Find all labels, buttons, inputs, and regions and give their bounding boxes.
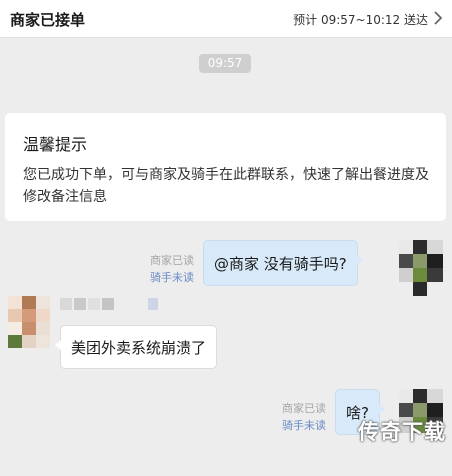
message-timestamp: 09:57	[199, 54, 251, 73]
outgoing-message-bubble[interactable]: @商家 没有骑手吗?	[203, 240, 363, 286]
notice-body: 您已成功下单，可与商家及骑手在此群联系，快速了解出餐进度及修改备注信息	[23, 167, 429, 205]
merchant-read-status: 商家已读	[282, 402, 326, 415]
read-receipt: 商家已读 骑手未读	[262, 400, 326, 434]
notice-card: 温馨提示 您已成功下单，可与商家及骑手在此群联系，快速了解出餐进度及修改备注信息	[5, 113, 446, 221]
message-text: @商家 没有骑手吗?	[214, 254, 347, 273]
user-avatar[interactable]	[399, 240, 443, 296]
chevron-right-icon[interactable]	[432, 9, 444, 27]
delivery-eta: 预计 09:57~10:12 送达	[293, 13, 428, 27]
rider-unread-status: 骑手未读	[282, 419, 326, 432]
watermark-text: 传奇下载	[358, 420, 446, 444]
order-status-title: 商家已接单	[10, 11, 86, 29]
incoming-message-bubble[interactable]: 美团外卖系统崩溃了	[54, 325, 218, 369]
read-receipt: 商家已读 骑手未读	[130, 252, 194, 286]
order-status-bar[interactable]: 商家已接单 预计 09:57~10:12 送达	[0, 0, 452, 38]
merchant-read-status: 商家已读	[150, 254, 194, 267]
chat-screen: 商家已接单 预计 09:57~10:12 送达 09:57 温馨提示 您已成功下…	[0, 0, 452, 476]
rider-unread-status: 骑手未读	[150, 271, 194, 284]
sender-name-blurred	[60, 298, 160, 310]
message-text: 美团外卖系统崩溃了	[71, 338, 207, 357]
merchant-avatar[interactable]	[8, 296, 50, 348]
notice-title: 温馨提示	[23, 135, 88, 154]
